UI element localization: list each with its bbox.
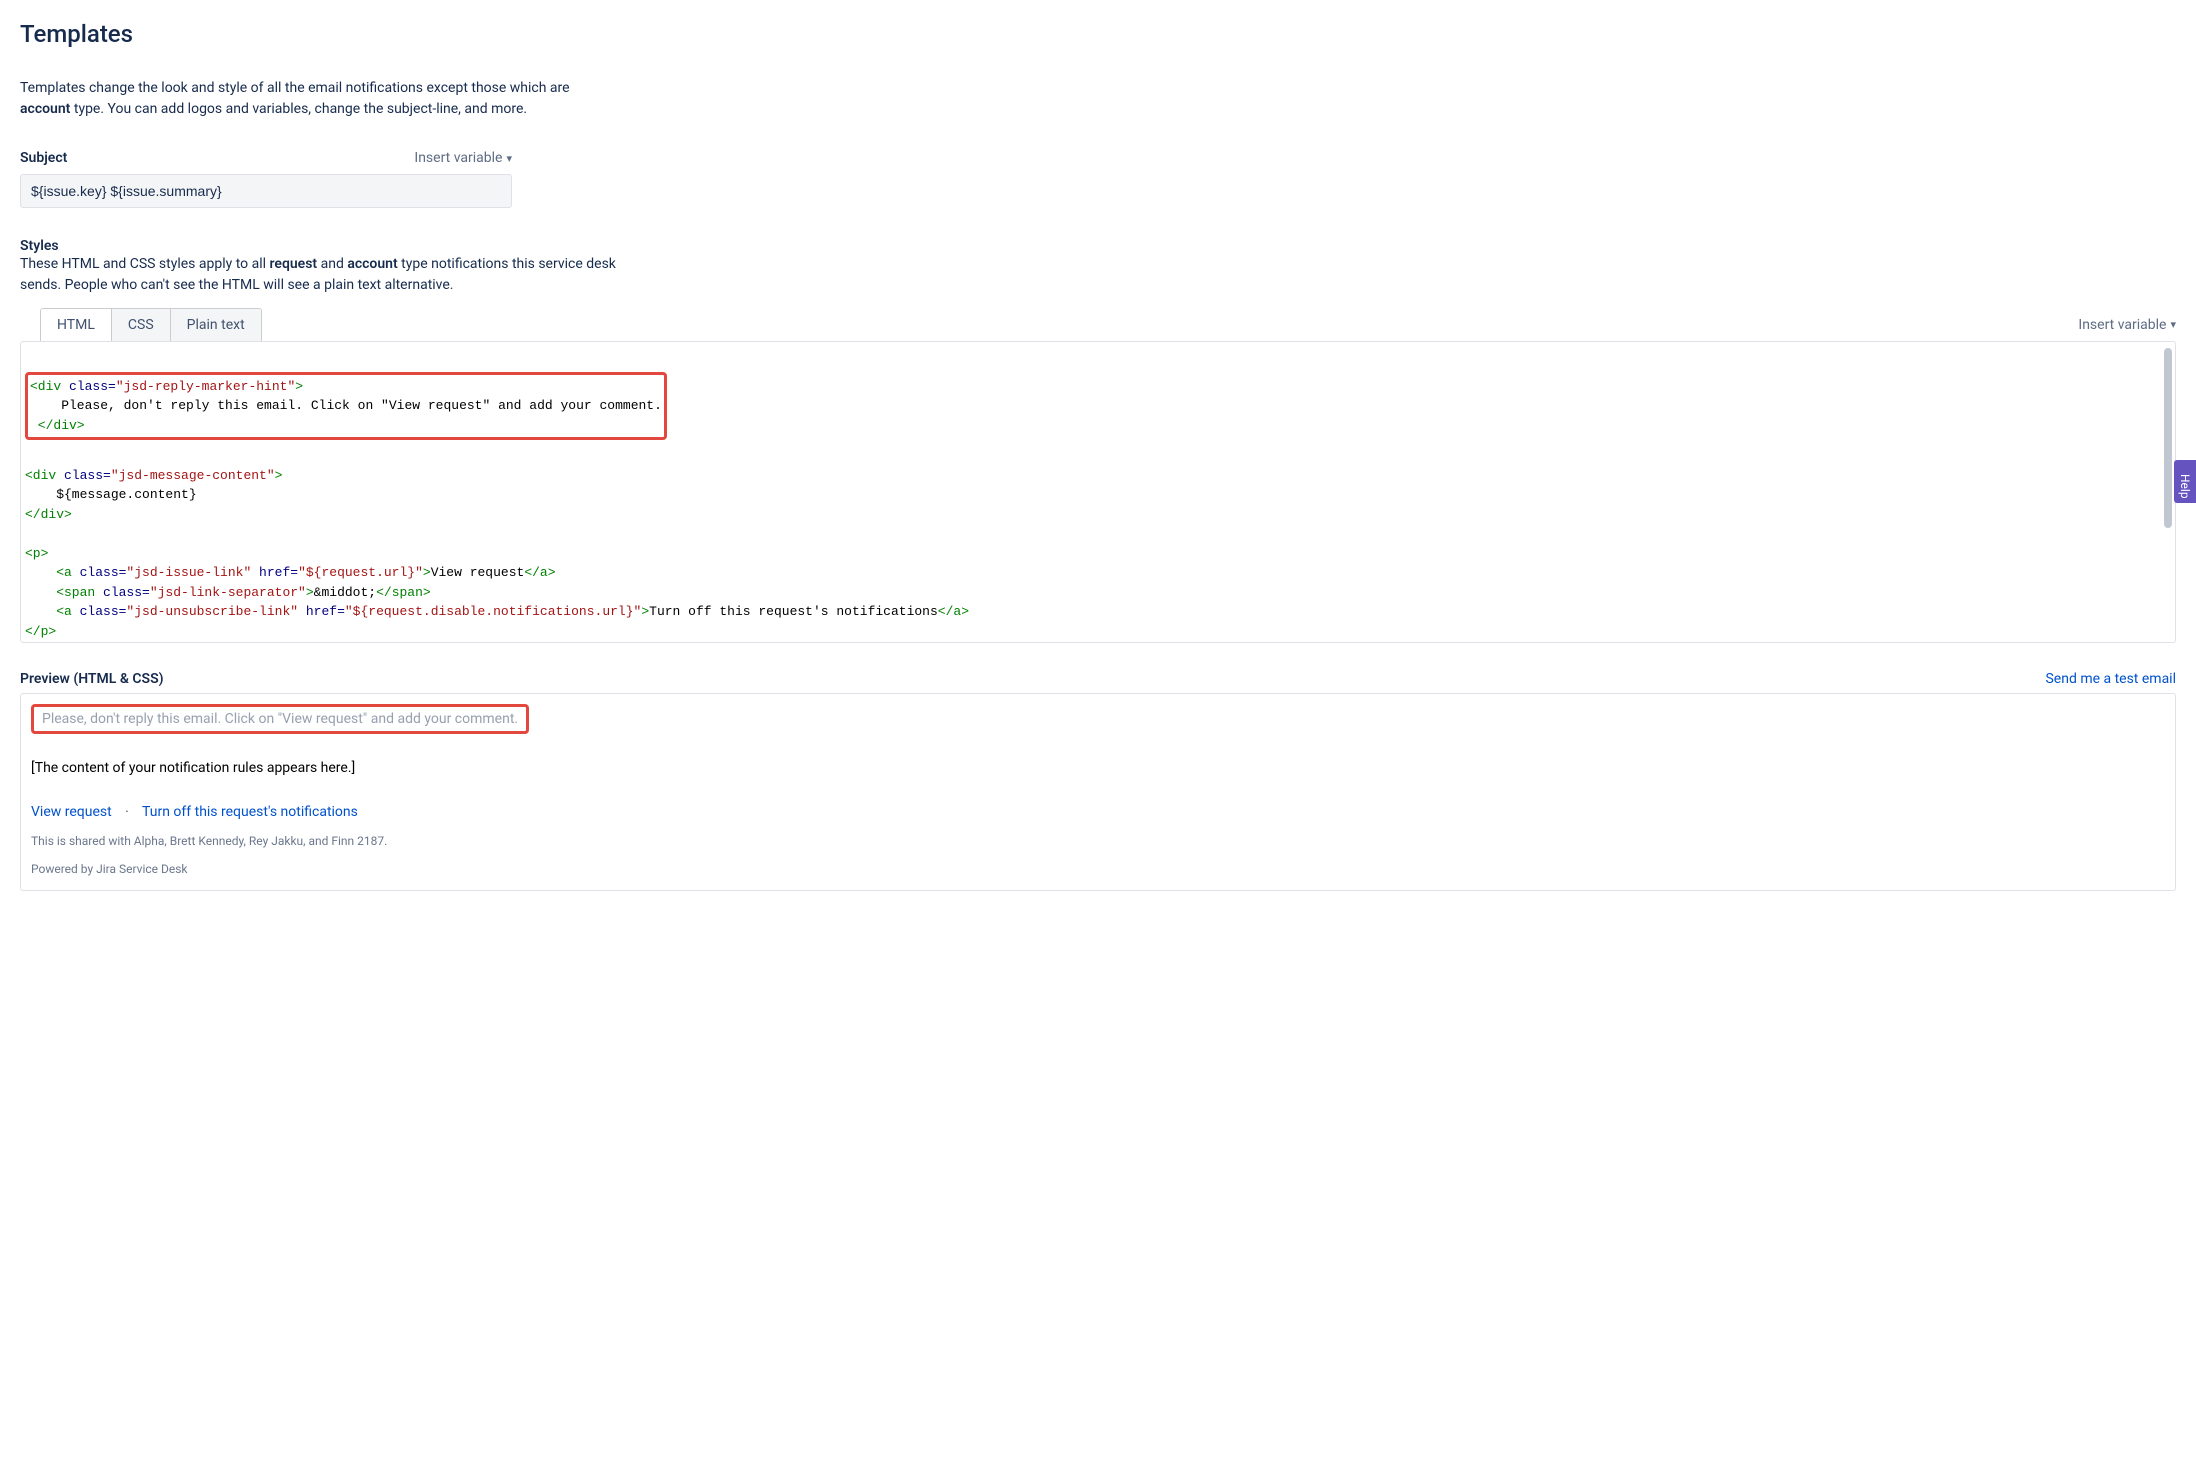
editor-tabs: HTML CSS Plain text — [40, 308, 262, 341]
desc-text-post: type. You can add logos and variables, c… — [70, 101, 527, 117]
insert-variable-label: Insert variable — [414, 150, 502, 166]
preview-hint-highlight: Please, don't reply this email. Click on… — [31, 704, 529, 734]
insert-variable-subject[interactable]: Insert variable ▾ — [414, 150, 512, 166]
subject-input[interactable] — [20, 174, 512, 208]
help-tab[interactable]: Help — [2174, 460, 2196, 503]
chevron-down-icon: ▾ — [2170, 318, 2176, 331]
turn-off-notifications-link[interactable]: Turn off this request's notifications — [142, 804, 358, 820]
preview-label: Preview (HTML & CSS) — [20, 671, 164, 687]
page-title: Templates — [20, 20, 2176, 48]
styles-description: These HTML and CSS styles apply to all r… — [20, 254, 640, 296]
preview-powered-by: Powered by Jira Service Desk — [31, 862, 2165, 876]
page-description: Templates change the look and style of a… — [20, 78, 620, 120]
insert-variable-styles[interactable]: Insert variable ▾ — [2078, 317, 2176, 333]
send-test-email-link[interactable]: Send me a test email — [2045, 671, 2176, 687]
link-separator: · — [125, 804, 129, 820]
code-editor[interactable]: <div class="jsd-reply-marker-hint"> Plea… — [20, 341, 2176, 643]
preview-links: View request · Turn off this request's n… — [31, 804, 2165, 820]
preview-content-placeholder: [The content of your notification rules … — [31, 760, 2165, 776]
tab-css[interactable]: CSS — [112, 309, 171, 341]
preview-panel: Please, don't reply this email. Click on… — [20, 693, 2176, 891]
desc-text-pre: Templates change the look and style of a… — [20, 80, 570, 96]
insert-variable-styles-label: Insert variable — [2078, 317, 2166, 333]
subject-label: Subject — [20, 150, 67, 166]
tab-html[interactable]: HTML — [41, 309, 112, 341]
view-request-link[interactable]: View request — [31, 804, 112, 820]
tab-plain-text[interactable]: Plain text — [171, 309, 261, 341]
styles-label: Styles — [20, 238, 2176, 254]
desc-text-bold: account — [20, 101, 70, 117]
chevron-down-icon: ▾ — [506, 152, 512, 165]
highlighted-code-block: <div class="jsd-reply-marker-hint"> Plea… — [25, 372, 667, 441]
scrollbar[interactable] — [2164, 348, 2172, 528]
preview-shared-with: This is shared with Alpha, Brett Kennedy… — [31, 834, 2165, 848]
